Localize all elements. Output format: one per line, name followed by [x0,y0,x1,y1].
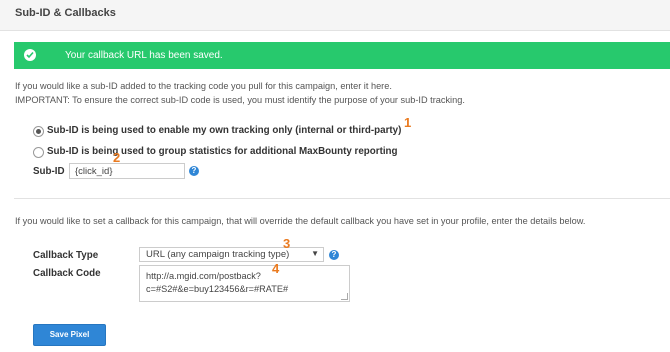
radio-label-own-tracking: Sub-ID is being used to enable my own tr… [47,125,402,136]
subid-input[interactable]: {click_id} [69,163,185,179]
chevron-down-icon: ▼ [311,249,319,258]
radio-button-own-tracking[interactable] [33,126,44,137]
callback-code-line2: c=#S2#&e=buy123456&r=#RATE# [146,284,289,294]
callback-code-textarea[interactable]: http://a.mgid.com/postback? c=#S2#&e=buy… [139,265,350,302]
callback-code-line1: http://a.mgid.com/postback? [146,271,261,281]
panel-header: Sub-ID & Callbacks [0,0,670,31]
section-divider [14,198,670,199]
subid-field-label: Sub-ID [33,166,65,177]
annotation-marker-2: 2 [113,150,121,165]
annotation-marker-1: 1 [404,115,412,130]
subid-help-icon[interactable]: ? [189,166,199,176]
callback-type-label: Callback Type [33,250,99,261]
check-circle-icon [24,49,36,61]
save-pixel-button[interactable]: Save Pixel [33,324,106,346]
callback-type-value: URL (any campaign tracking type) [146,249,290,260]
callback-intro: If you would like to set a callback for … [15,216,586,226]
subid-intro-line2: IMPORTANT: To ensure the correct sub-ID … [15,95,465,105]
callback-code-label: Callback Code [33,268,101,279]
callback-type-select[interactable]: URL (any campaign tracking type) ▼ [139,247,324,262]
callback-type-help-icon[interactable]: ? [329,250,339,260]
panel-title: Sub-ID & Callbacks [15,7,116,19]
annotation-marker-4: 4 [272,261,280,276]
annotation-marker-3: 3 [283,236,291,251]
radio-label-group-statistics: Sub-ID is being used to group statistics… [47,146,398,157]
resize-handle-icon[interactable] [341,293,348,300]
alert-message: Your callback URL has been saved. [65,50,223,61]
radio-button-group-statistics[interactable] [33,147,44,158]
subid-intro-line1: If you would like a sub-ID added to the … [15,81,392,91]
success-alert: Your callback URL has been saved. [14,42,670,69]
